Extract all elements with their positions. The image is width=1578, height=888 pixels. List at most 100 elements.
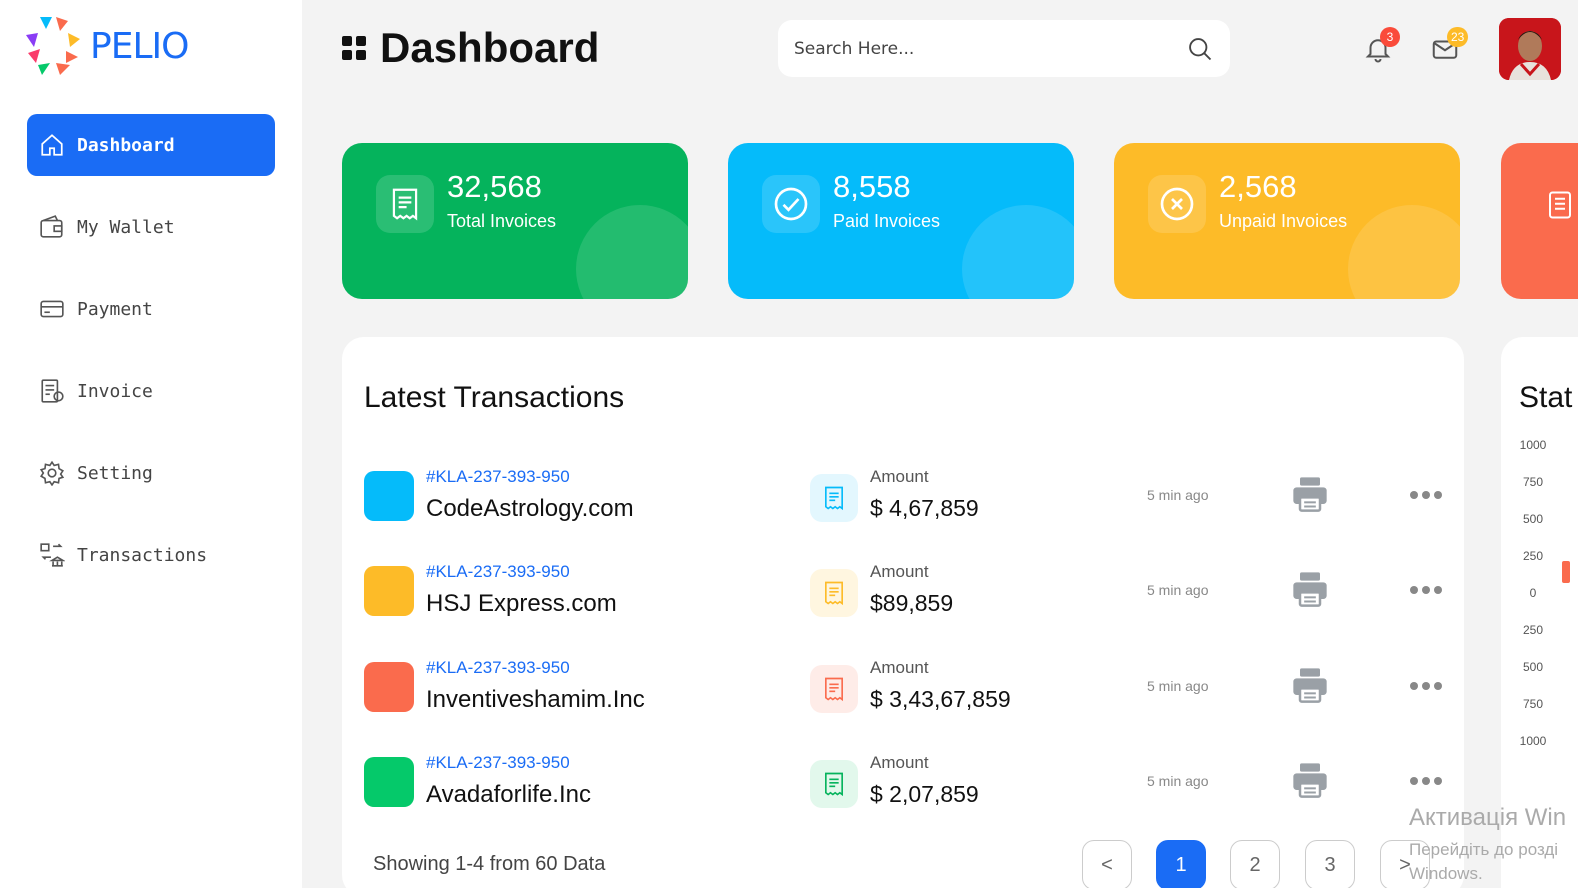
user-avatar-icon xyxy=(1499,18,1561,80)
sidebar-item-setting[interactable]: Setting xyxy=(27,442,275,504)
axis-tick: 250 xyxy=(1522,549,1544,563)
sidebar-item-dashboard[interactable]: Dashboard xyxy=(27,114,275,176)
timestamp: 5 min ago xyxy=(1147,487,1209,503)
sidebar-nav: Dashboard My Wallet Payment Invoice Sett… xyxy=(27,114,275,606)
home-icon xyxy=(41,134,63,156)
sidebar-item-label: Payment xyxy=(77,298,153,320)
stat-card-unpaid-invoices[interactable]: 2,568 Unpaid Invoices xyxy=(1114,143,1460,299)
pagination-page-2[interactable]: 2 xyxy=(1230,840,1280,888)
card-decoration xyxy=(1348,205,1460,299)
amount-label: Amount xyxy=(870,467,929,486)
pagination-prev-button[interactable]: < xyxy=(1082,840,1132,888)
axis-tick: 500 xyxy=(1522,660,1544,674)
document-list-icon xyxy=(1549,191,1571,219)
stat-label: Total Invoices xyxy=(447,211,557,231)
avatar[interactable] xyxy=(1499,18,1561,80)
bank-transfer-icon xyxy=(40,543,65,567)
stat-value: 8,558 xyxy=(833,169,911,204)
stat-card-total-invoices[interactable]: 32,568 Total Invoices xyxy=(342,143,688,299)
card-decoration xyxy=(962,205,1074,299)
brand-name: PELIO xyxy=(90,25,189,67)
sidebar-item-label: My Wallet xyxy=(77,216,175,238)
company-name: Avadaforlife.Inc xyxy=(426,781,591,808)
search-bar xyxy=(778,20,1230,77)
axis-tick: 750 xyxy=(1522,475,1544,489)
pagination-page-1[interactable]: 1 xyxy=(1156,840,1206,888)
printer-icon[interactable] xyxy=(1290,569,1330,609)
search-input[interactable] xyxy=(794,38,1186,59)
transaction-id[interactable]: #KLA-237-393-950 xyxy=(426,562,570,582)
stat-label: Paid Invoices xyxy=(833,211,941,231)
receipt-icon xyxy=(810,665,858,713)
transaction-id[interactable]: #KLA-237-393-950 xyxy=(426,753,570,773)
amount-value: $ 2,07,859 xyxy=(870,781,979,807)
axis-tick: 250 xyxy=(1522,623,1544,637)
page-title-text: Dashboard xyxy=(380,24,600,71)
pagination-page-3[interactable]: 3 xyxy=(1305,840,1355,888)
transaction-row[interactable]: #KLA-237-393-950 Inventiveshamim.Inc Amo… xyxy=(342,640,1464,730)
more-options-icon[interactable] xyxy=(1410,777,1442,785)
stat-card-partial[interactable] xyxy=(1501,143,1578,299)
amount-label: Amount xyxy=(870,753,929,772)
axis-tick: 0 xyxy=(1529,586,1537,600)
card-decoration xyxy=(576,205,688,299)
stat-label: Unpaid Invoices xyxy=(1219,211,1348,231)
check-circle-icon xyxy=(762,175,820,233)
invoice-icon xyxy=(41,379,64,403)
sidebar-item-transactions[interactable]: Transactions xyxy=(27,524,275,586)
transaction-row[interactable]: #KLA-237-393-950 Avadaforlife.Inc Amount… xyxy=(342,735,1464,825)
wallet-icon xyxy=(40,215,63,238)
sidebar: PELIO Dashboard My Wallet Payment Invoic… xyxy=(0,0,302,888)
axis-tick: 500 xyxy=(1522,512,1544,526)
axis-tick: 1000 xyxy=(1519,734,1547,748)
sidebar-item-label: Invoice xyxy=(77,380,153,402)
amount-value: $ 3,43,67,859 xyxy=(870,686,1011,712)
company-name: HSJ Express.com xyxy=(426,590,617,617)
activation-watermark-title: Активація Win xyxy=(1409,804,1567,831)
chart-bar-partial xyxy=(1562,561,1570,583)
more-options-icon[interactable] xyxy=(1410,682,1442,690)
statistics-title: Stat xyxy=(1519,381,1573,414)
stat-value: 32,568 xyxy=(447,169,542,204)
sidebar-item-wallet[interactable]: My Wallet xyxy=(27,196,275,258)
more-options-icon[interactable] xyxy=(1410,586,1442,594)
amount-label: Amount xyxy=(870,562,929,581)
search-icon[interactable] xyxy=(1186,35,1214,63)
transaction-id[interactable]: #KLA-237-393-950 xyxy=(426,467,570,487)
receipt-icon xyxy=(810,569,858,617)
latest-transactions-panel: Latest Transactions #KLA-237-393-950 Cod… xyxy=(342,337,1464,888)
timestamp: 5 min ago xyxy=(1147,582,1209,598)
stat-card-paid-invoices[interactable]: 8,558 Paid Invoices xyxy=(728,143,1074,299)
panel-title: Latest Transactions xyxy=(364,381,625,414)
transaction-row[interactable]: #KLA-237-393-950 HSJ Express.com Amount … xyxy=(342,544,1464,634)
grid-icon xyxy=(342,36,366,60)
receipt-icon xyxy=(810,760,858,808)
pelio-logo-icon xyxy=(26,17,80,75)
watermark-line: Перейдіть до розді xyxy=(1409,840,1559,859)
transaction-row[interactable]: #KLA-237-393-950 CodeAstrology.com Amoun… xyxy=(342,449,1464,539)
credit-card-icon xyxy=(40,300,64,318)
receipt-icon xyxy=(810,474,858,522)
company-avatar xyxy=(364,757,414,807)
printer-icon[interactable] xyxy=(1290,760,1330,800)
logo[interactable]: PELIO xyxy=(26,17,189,75)
amount-value: $ 4,67,859 xyxy=(870,495,979,521)
sidebar-item-label: Dashboard xyxy=(77,134,175,156)
more-options-icon[interactable] xyxy=(1410,491,1442,499)
amount-label: Amount xyxy=(870,658,929,677)
sidebar-item-payment[interactable]: Payment xyxy=(27,278,275,340)
company-name: CodeAstrology.com xyxy=(426,495,634,522)
printer-icon[interactable] xyxy=(1290,665,1330,705)
timestamp: 5 min ago xyxy=(1147,678,1209,694)
printer-icon[interactable] xyxy=(1290,474,1330,514)
sidebar-item-invoice[interactable]: Invoice xyxy=(27,360,275,422)
company-name: Inventiveshamim.Inc xyxy=(426,686,645,713)
watermark-line: Windows. xyxy=(1409,864,1483,883)
sidebar-item-label: Setting xyxy=(77,462,153,484)
page-title: Dashboard xyxy=(342,24,599,72)
transaction-id[interactable]: #KLA-237-393-950 xyxy=(426,658,570,678)
axis-tick: 750 xyxy=(1522,697,1544,711)
pagination-summary: Showing 1-4 from 60 Data xyxy=(373,853,606,875)
receipt-icon xyxy=(376,175,434,233)
x-circle-icon xyxy=(1148,175,1206,233)
